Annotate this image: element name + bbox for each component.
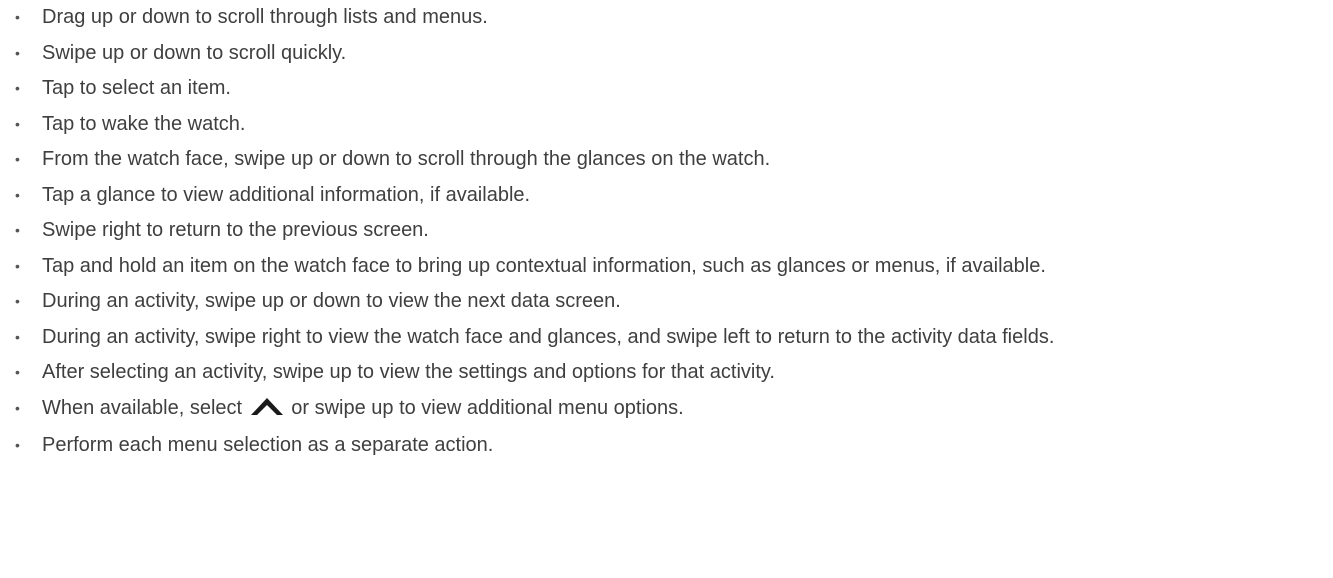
bullet: • <box>15 328 20 345</box>
bullet: • <box>15 293 20 309</box>
list-item: • Tap to wake the watch. <box>0 111 1327 138</box>
list-item-text: Swipe up or down to scroll quickly. <box>42 41 347 64</box>
bullet: • <box>15 9 20 25</box>
list-item: • From the watch face, swipe up or down … <box>0 146 1327 173</box>
chevron-up-icon <box>250 396 284 424</box>
bullet: • <box>15 151 20 167</box>
list-item: • Swipe up or down to scroll quickly. <box>0 40 1327 67</box>
list-item-text-before-icon: When available, select <box>42 396 243 419</box>
list-item-text: Perform each menu selection as a separat… <box>42 434 494 456</box>
list-item-text-after-icon: or swipe up to view additional menu opti… <box>291 396 684 419</box>
bullet: • <box>15 257 20 274</box>
bullet: • <box>15 399 20 416</box>
bullet: • <box>15 437 20 453</box>
list-item-text: Tap and hold an item on the watch face t… <box>42 254 1046 277</box>
list-item-text: After selecting an activity, swipe up to… <box>42 361 775 383</box>
list-item-text: From the watch face, swipe up or down to… <box>42 148 771 170</box>
list-item: • After selecting an activity, swipe up … <box>0 359 1327 386</box>
list-item: • Drag up or down to scroll through list… <box>0 4 1327 31</box>
list-item-text: During an activity, swipe up or down to … <box>42 290 621 312</box>
list-item: • During an activity, swipe right to vie… <box>0 324 1327 351</box>
list-item: • Tap to select an item. <box>0 75 1327 102</box>
bullet: • <box>15 222 20 238</box>
bullet: • <box>15 44 20 61</box>
list-item: • Tap and hold an item on the watch face… <box>0 253 1327 280</box>
list-item: • Swipe right to return to the previous … <box>0 217 1327 244</box>
bullet: • <box>15 115 20 132</box>
list-item-text: Tap to wake the watch. <box>42 112 246 135</box>
list-item-text: Drag up or down to scroll through lists … <box>42 6 488 28</box>
gesture-instructions-list: • Drag up or down to scroll through list… <box>0 4 1333 459</box>
list-item: • Tap a glance to view additional inform… <box>0 182 1327 209</box>
list-item: • When available, select or swipe up to … <box>0 395 1327 424</box>
bullet: • <box>15 186 20 203</box>
list-item-text: Tap a glance to view additional informat… <box>42 183 531 206</box>
list-item-text: Swipe right to return to the previous sc… <box>42 219 429 241</box>
bullet: • <box>15 364 20 380</box>
list-item-text: During an activity, swipe right to view … <box>42 325 1055 348</box>
list-item-text: Tap to select an item. <box>42 77 231 99</box>
list-item: • During an activity, swipe up or down t… <box>0 288 1327 315</box>
bullet: • <box>15 80 20 96</box>
list-item: • Perform each menu selection as a separ… <box>0 432 1327 459</box>
